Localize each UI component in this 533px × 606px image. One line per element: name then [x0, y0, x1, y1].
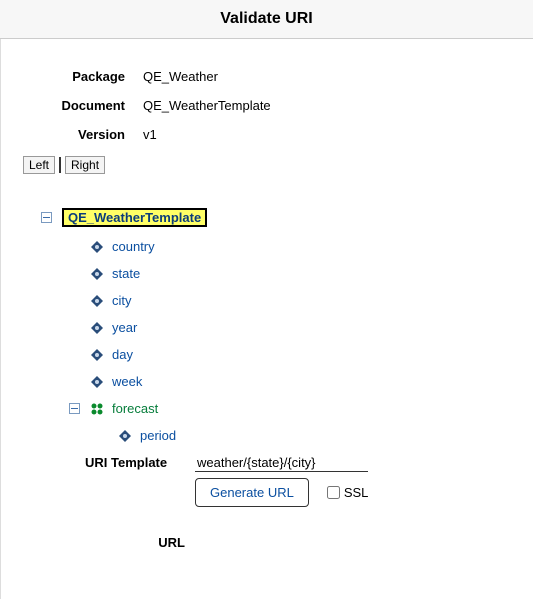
field-icon [90, 240, 104, 254]
content-area: Package QE_Weather Document QE_WeatherTe… [1, 39, 533, 560]
meta-package-row: Package QE_Weather [23, 69, 511, 84]
tree-node-day: day [69, 347, 511, 362]
tab-left[interactable]: Left [23, 156, 55, 174]
collapse-icon[interactable] [69, 403, 80, 414]
ssl-checkbox[interactable] [327, 486, 340, 499]
tab-right[interactable]: Right [65, 156, 105, 174]
tree-node-label[interactable]: day [112, 347, 133, 362]
generate-url-button[interactable]: Generate URL [195, 478, 309, 507]
url-row: URL [85, 535, 511, 550]
tree-node-label[interactable]: state [112, 266, 140, 281]
document-value: QE_WeatherTemplate [143, 98, 511, 113]
collapse-icon[interactable] [41, 212, 52, 223]
tree-node-label[interactable]: year [112, 320, 137, 335]
tree-node-year: year [69, 320, 511, 335]
tree-root-label[interactable]: QE_WeatherTemplate [62, 208, 207, 227]
field-icon [118, 429, 132, 443]
document-label: Document [23, 98, 143, 113]
tab-separator [59, 157, 61, 173]
tree-node-period: period [97, 428, 511, 443]
field-icon [90, 267, 104, 281]
meta-version-row: Version v1 [23, 127, 511, 142]
tree: QE_WeatherTemplate country state city [41, 208, 511, 443]
tree-node-label[interactable]: city [112, 293, 132, 308]
meta-document-row: Document QE_WeatherTemplate [23, 98, 511, 113]
package-label: Package [23, 69, 143, 84]
tree-root-row: QE_WeatherTemplate [41, 208, 511, 227]
field-icon [90, 321, 104, 335]
uri-template-row: URI Template weather/{state}/{city} Gene… [85, 455, 511, 507]
tabs: Left Right [23, 156, 511, 174]
uri-template-value[interactable]: weather/{state}/{city} [195, 455, 368, 472]
title-bar: Validate URI [0, 0, 533, 39]
tree-node-label[interactable]: week [112, 374, 142, 389]
group-icon [90, 402, 104, 416]
tree-node-state: state [69, 266, 511, 281]
tree-node-label[interactable]: country [112, 239, 155, 254]
tree-node-country: country [69, 239, 511, 254]
uri-template-label: URI Template [85, 455, 195, 470]
ssl-checkbox-wrap[interactable]: SSL [327, 485, 369, 500]
page-title: Validate URI [0, 10, 533, 28]
tree-node-city: city [69, 293, 511, 308]
tree-node-week: week [69, 374, 511, 389]
ssl-label: SSL [344, 485, 369, 500]
field-icon [90, 294, 104, 308]
version-label: Version [23, 127, 143, 142]
field-icon [90, 348, 104, 362]
tree-node-label[interactable]: forecast [112, 401, 158, 416]
url-label: URL [85, 535, 195, 550]
version-value: v1 [143, 127, 511, 142]
package-value: QE_Weather [143, 69, 511, 84]
tree-node-forecast: forecast [69, 401, 511, 416]
tree-node-label[interactable]: period [140, 428, 176, 443]
field-icon [90, 375, 104, 389]
